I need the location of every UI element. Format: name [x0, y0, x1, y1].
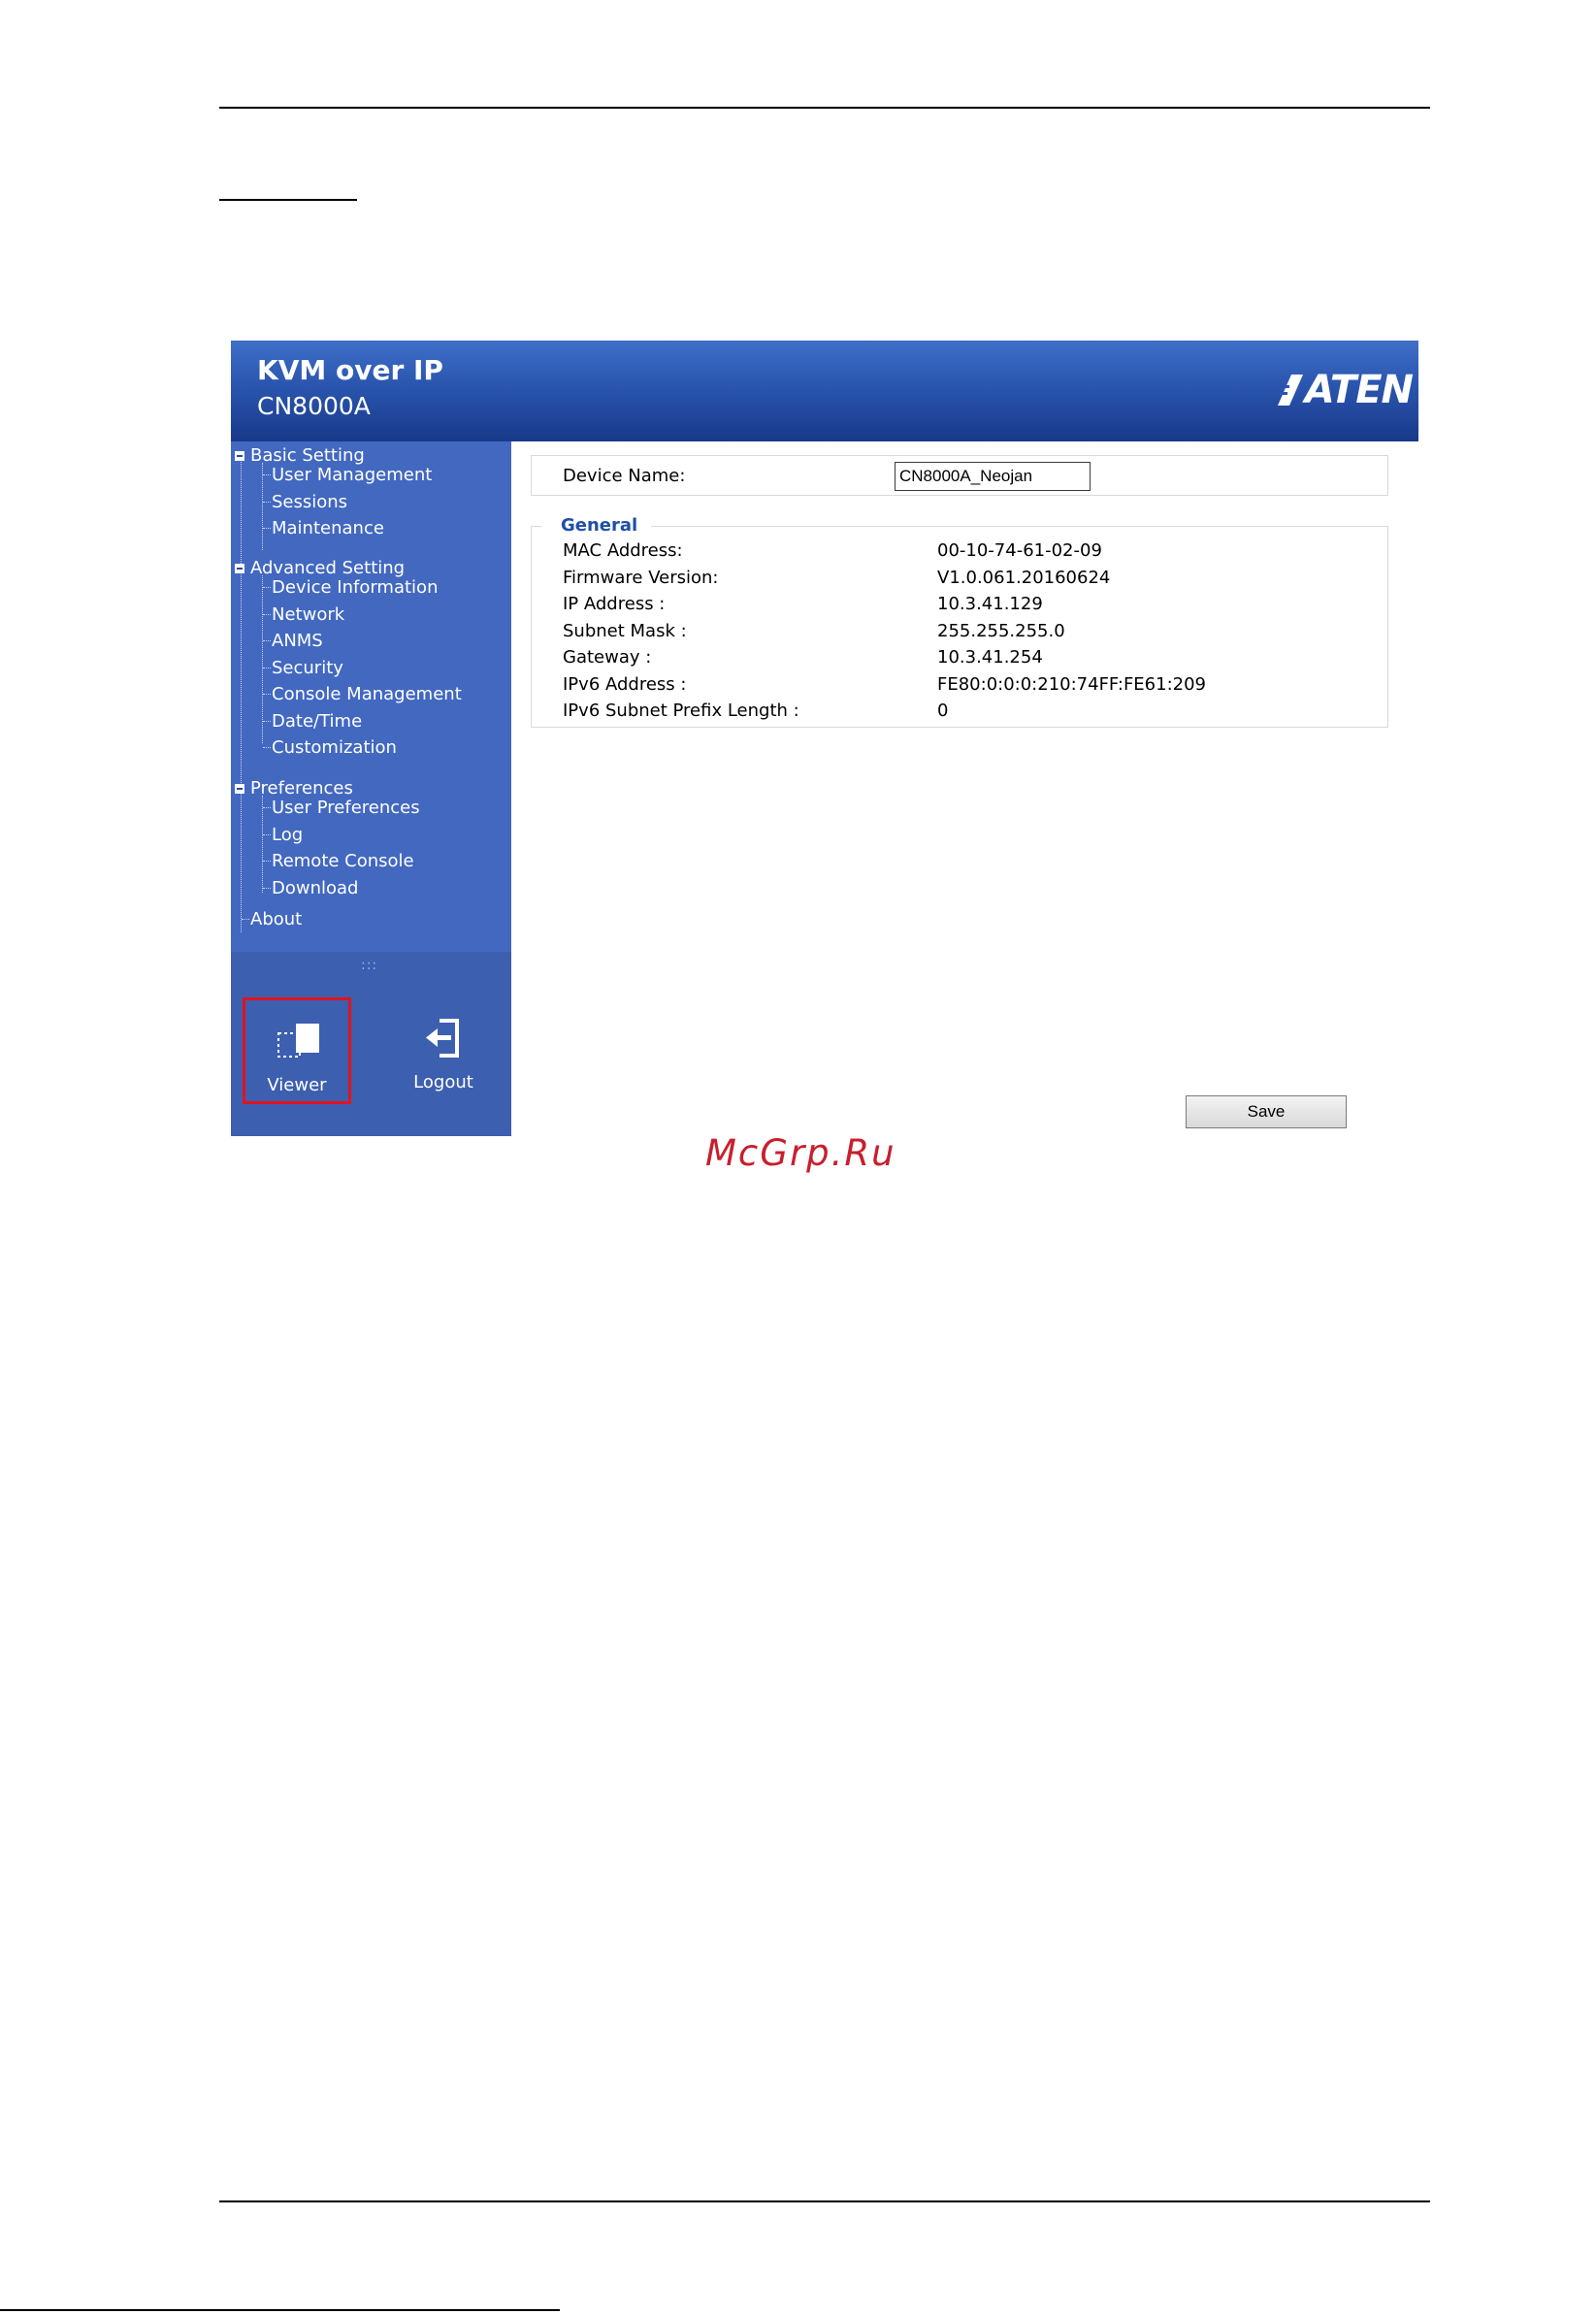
- tree-branch: [263, 528, 271, 529]
- subnet-mask-label: Subnet Mask :: [563, 621, 687, 641]
- aten-logo: ATEN: [1277, 368, 1414, 412]
- nav-item-sessions[interactable]: Sessions: [272, 492, 347, 512]
- nav-item-anms[interactable]: ANMS: [272, 631, 323, 651]
- collapse-icon[interactable]: [235, 564, 244, 573]
- firmware-version-value: V1.0.061.20160624: [937, 568, 1111, 588]
- resize-grip[interactable]: :::: [361, 958, 377, 973]
- device-name-field[interactable]: [895, 462, 1091, 491]
- general-panel: General MAC Address: 00-10-74-61-02-09 F…: [531, 515, 1388, 728]
- nav-group-basic-setting[interactable]: Basic Setting: [250, 445, 365, 466]
- device-name-label: Device Name:: [563, 466, 686, 486]
- tree-branch: [242, 919, 249, 920]
- logout-button[interactable]: Logout: [389, 997, 498, 1104]
- nav-item-log[interactable]: Log: [272, 825, 303, 845]
- tree-branch: [263, 861, 271, 862]
- nav-item-user-management[interactable]: User Management: [272, 465, 432, 485]
- tree-branch: [263, 807, 271, 808]
- nav-item-maintenance[interactable]: Maintenance: [272, 518, 384, 538]
- viewer-icon: [277, 1024, 319, 1058]
- viewer-button[interactable]: Viewer: [243, 997, 351, 1104]
- tree-branch: [263, 614, 271, 615]
- logout-icon: [426, 1019, 459, 1058]
- ip-address-value: 10.3.41.129: [937, 594, 1043, 614]
- gateway-label: Gateway :: [563, 647, 652, 668]
- nav-item-network[interactable]: Network: [272, 604, 344, 625]
- watermark: McGrp.Ru: [705, 1132, 896, 1174]
- top-rule: [219, 107, 1430, 109]
- nav-group-advanced-setting[interactable]: Advanced Setting: [250, 558, 405, 578]
- ip-address-label: IP Address :: [563, 594, 666, 614]
- mac-address-label: MAC Address:: [563, 540, 683, 561]
- device-model: CN8000A: [257, 392, 371, 420]
- ipv6-address-value: FE80:0:0:0:210:74FF:FE61:209: [937, 674, 1206, 695]
- collapse-icon[interactable]: [235, 784, 244, 794]
- ipv6-prefix-value: 0: [937, 701, 949, 721]
- nav-item-about[interactable]: About: [250, 909, 302, 929]
- mac-address-value: 00-10-74-61-02-09: [937, 540, 1102, 561]
- logout-label: Logout: [413, 1072, 473, 1092]
- nav-item-remote-console[interactable]: Remote Console: [272, 851, 414, 871]
- nav-tree: Basic Setting User Management Sessions M…: [231, 441, 511, 952]
- tree-branch: [263, 888, 271, 889]
- nav-item-user-preferences[interactable]: User Preferences: [272, 798, 420, 818]
- tree-branch: [263, 721, 271, 722]
- bottom-rule: [219, 2200, 1430, 2202]
- nav-item-console-management[interactable]: Console Management: [272, 684, 462, 704]
- tree-line: [241, 457, 242, 932]
- tree-branch: [263, 640, 271, 641]
- app-header: KVM over IP CN8000A ATEN: [231, 341, 1418, 441]
- main-content: Device Name: General MAC Address: 00-10-…: [511, 441, 1418, 1136]
- ipv6-address-label: IPv6 Address :: [563, 674, 687, 695]
- ipv6-prefix-label: IPv6 Subnet Prefix Length :: [563, 701, 799, 721]
- tree-branch: [263, 502, 271, 503]
- section-underline: [219, 199, 357, 201]
- firmware-version-label: Firmware Version:: [563, 568, 719, 588]
- collapse-icon[interactable]: [235, 451, 244, 461]
- nav-item-download[interactable]: Download: [272, 878, 358, 898]
- nav-item-date-time[interactable]: Date/Time: [272, 711, 362, 732]
- viewer-label: Viewer: [267, 1075, 327, 1095]
- nav-group-preferences[interactable]: Preferences: [250, 778, 353, 798]
- general-title: General: [541, 515, 652, 536]
- tree-line: [262, 796, 263, 893]
- nav-item-customization[interactable]: Customization: [272, 737, 397, 758]
- logo-text: ATEN: [1304, 368, 1414, 412]
- subnet-mask-value: 255.255.255.0: [937, 621, 1065, 641]
- kvm-web-ui: KVM over IP CN8000A ATEN Basic Setting U…: [231, 341, 1418, 1136]
- app-title: KVM over IP: [257, 354, 443, 386]
- tree-branch: [263, 834, 271, 835]
- footer-rule: [0, 2309, 560, 2311]
- save-button[interactable]: Save: [1186, 1095, 1347, 1128]
- tree-line: [262, 575, 263, 743]
- device-name-panel: Device Name:: [531, 455, 1388, 496]
- tree-line: [262, 463, 263, 550]
- tree-branch: [263, 747, 271, 748]
- aten-logo-icon: [1277, 375, 1303, 406]
- dock-panel: ::: Viewer Logout: [231, 952, 511, 1136]
- tree-branch: [263, 474, 271, 475]
- nav-item-device-information[interactable]: Device Information: [272, 577, 438, 598]
- tree-branch: [263, 694, 271, 695]
- gateway-value: 10.3.41.254: [937, 647, 1043, 668]
- nav-item-security[interactable]: Security: [272, 658, 343, 678]
- tree-branch: [263, 587, 271, 588]
- sidebar: Basic Setting User Management Sessions M…: [231, 441, 511, 1136]
